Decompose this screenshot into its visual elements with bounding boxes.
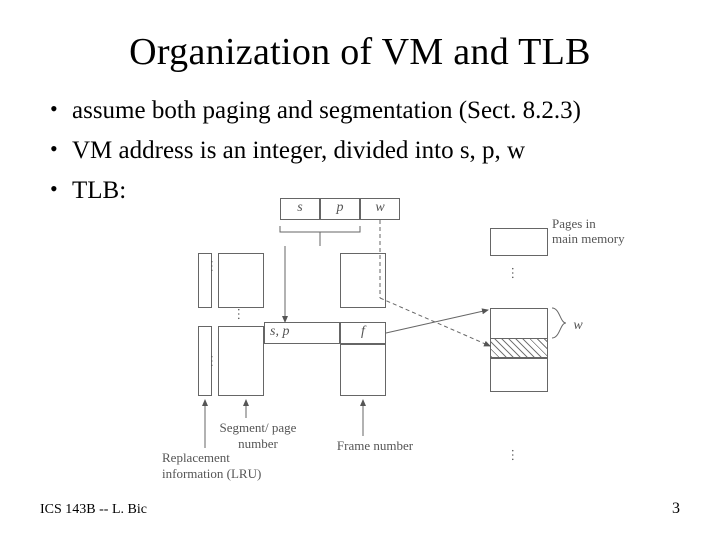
frame-label: Frame number [320,438,430,454]
tlb-frame-value: f [340,324,386,340]
segpage-label: Segment/ page number [218,420,298,452]
mem-label-2: main memory [552,231,662,247]
tlb-diagram: s p w s, p f … … … … … Pages in [180,198,660,498]
tlb-col-segpage [218,326,264,396]
tlb-col-frame [340,344,386,396]
addr-field-w: w [360,200,400,216]
mem-page-box [490,358,548,392]
footer-page-number: 3 [672,500,680,518]
addr-field-p: p [320,200,360,216]
mem-label-1: Pages in [552,216,652,232]
vdots-icon: … [508,445,524,465]
tlb-key-value: s, p [270,324,334,340]
slide: Organization of VM and TLB assume both p… [0,0,720,540]
mem-page-box [490,228,548,256]
addr-field-s: s [280,200,320,216]
vdots-icon: … [207,351,223,371]
bullet-list: assume both paging and segmentation (Sec… [50,94,680,207]
w-label: w [568,318,588,334]
replacement-label: Replacement information (LRU) [162,450,282,482]
mem-offset-hatch [490,338,548,358]
footer-author: ICS 143B -- L. Bic [40,502,147,518]
vdots-icon: … [508,263,524,283]
vdots-icon: … [207,256,223,276]
bullet-item: assume both paging and segmentation (Sec… [50,94,680,128]
vdots-icon: … [234,304,250,324]
bullet-item: VM address is an integer, divided into s… [50,134,680,168]
tlb-col-segpage [218,253,264,308]
tlb-col-frame [340,253,386,308]
slide-title: Organization of VM and TLB [40,30,680,74]
